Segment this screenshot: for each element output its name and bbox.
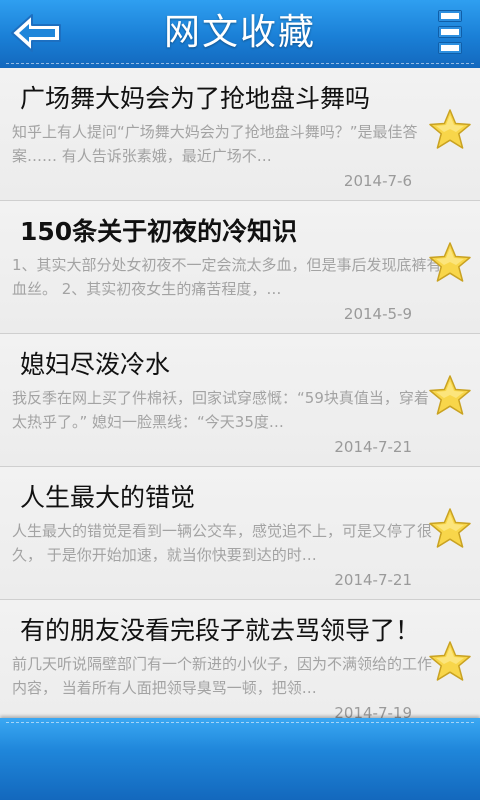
item-snippet: 知乎上有人提问“广场舞大妈会为了抢地盘斗舞吗？”是最佳答案…… 有人告诉张素娥，… (12, 123, 418, 165)
item-title: 人生最大的错觉 (20, 483, 196, 512)
item-date: 2014-7-21 (334, 571, 412, 589)
list-item[interactable]: 媳妇尽泼冷水 我反季在网上买了件棉袄，回家试穿感慨：“59块真值当，穿着太热乎了… (0, 334, 480, 467)
favorite-star-icon[interactable] (428, 374, 472, 418)
menu-icon-bar (438, 10, 462, 22)
item-date: 2014-7-6 (343, 172, 412, 190)
bottom-bar (0, 718, 480, 800)
item-snippet: 前几天听说隔壁部门有一个新进的小伙子，因为不满领给的工作内容， 当着所有人面把领… (12, 655, 433, 697)
favorite-star-icon[interactable] (428, 108, 472, 152)
item-date: 2014-5-9 (343, 305, 412, 323)
favorite-star-icon[interactable] (428, 640, 472, 684)
item-snippet: 1、其实大部分处女初夜不一定会流太多血，但是事后发现底裤有血丝。 2、其实初夜女… (12, 256, 442, 298)
item-title: 有的朋友没看完段子就去骂领导了！ (20, 616, 421, 645)
favorite-star-icon[interactable] (428, 241, 472, 285)
app-header: 网文收藏 (0, 0, 480, 68)
item-title: 150条关于初夜的冷知识 (20, 217, 298, 246)
list-item[interactable]: 150条关于初夜的冷知识 1、其实大部分处女初夜不一定会流太多血，但是事后发现底… (0, 201, 480, 334)
item-title: 媳妇尽泼冷水 (20, 350, 171, 379)
menu-button[interactable] (438, 10, 462, 54)
item-snippet: 我反季在网上买了件棉袄，回家试穿感慨：“59块真值当，穿着太热乎了。” 媳妇一脸… (12, 389, 429, 431)
item-date: 2014-7-21 (334, 438, 412, 456)
favorites-list: 广场舞大妈会为了抢地盘斗舞吗 知乎上有人提问“广场舞大妈会为了抢地盘斗舞吗？”是… (0, 68, 480, 718)
menu-icon-bar (438, 42, 462, 54)
list-item[interactable]: 广场舞大妈会为了抢地盘斗舞吗 知乎上有人提问“广场舞大妈会为了抢地盘斗舞吗？”是… (0, 68, 480, 201)
menu-icon-bar (438, 26, 462, 38)
item-title: 广场舞大妈会为了抢地盘斗舞吗 (20, 84, 371, 113)
item-snippet: 人生最大的错觉是看到一辆公交车，感觉追不上，可是又停了很久， 于是你开始加速，就… (12, 522, 433, 564)
list-item[interactable]: 人生最大的错觉 人生最大的错觉是看到一辆公交车，感觉追不上，可是又停了很久， 于… (0, 467, 480, 600)
list-item[interactable]: 有的朋友没看完段子就去骂领导了！ 前几天听说隔壁部门有一个新进的小伙子，因为不满… (0, 600, 480, 718)
favorite-star-icon[interactable] (428, 507, 472, 551)
item-date: 2014-7-19 (334, 704, 412, 718)
page-title: 网文收藏 (163, 12, 316, 53)
